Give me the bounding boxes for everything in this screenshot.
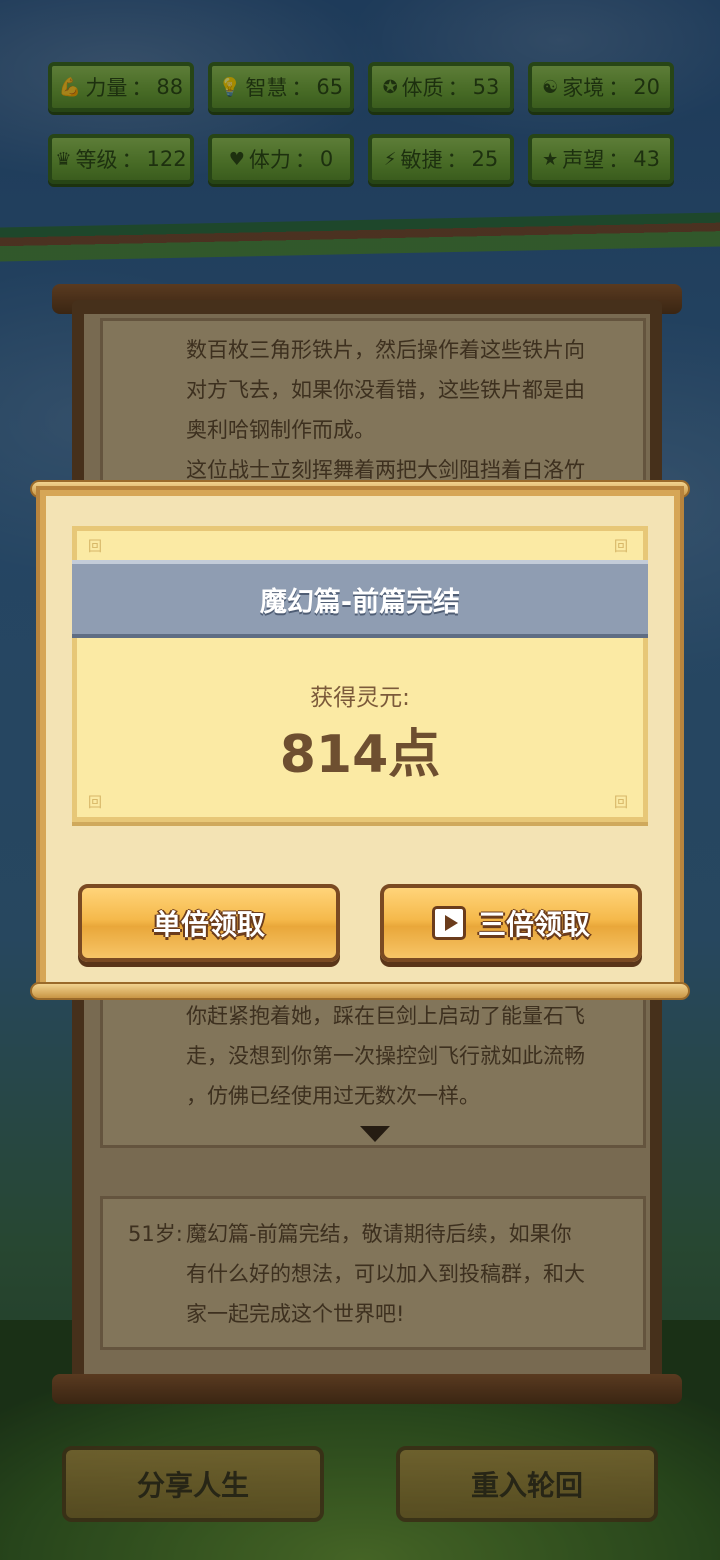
corner-ornament-icon: 回 <box>614 795 628 811</box>
triple-claim-button[interactable]: 三倍领取 <box>380 884 642 962</box>
single-claim-label: 单倍领取 <box>152 908 265 941</box>
modal-title: 魔幻篇-前篇完结 <box>72 560 648 638</box>
triple-claim-label: 三倍领取 <box>477 908 590 941</box>
modal-bottom-rod <box>30 982 690 1000</box>
reward-label: 获得灵元: <box>310 685 410 711</box>
video-play-icon <box>431 906 466 940</box>
corner-ornament-icon: 回 <box>614 539 628 555</box>
reward-value: 814点 <box>279 725 441 785</box>
corner-ornament-icon: 回 <box>88 795 102 811</box>
corner-ornament-icon: 回 <box>88 539 102 555</box>
single-claim-button[interactable]: 单倍领取 <box>78 884 340 962</box>
